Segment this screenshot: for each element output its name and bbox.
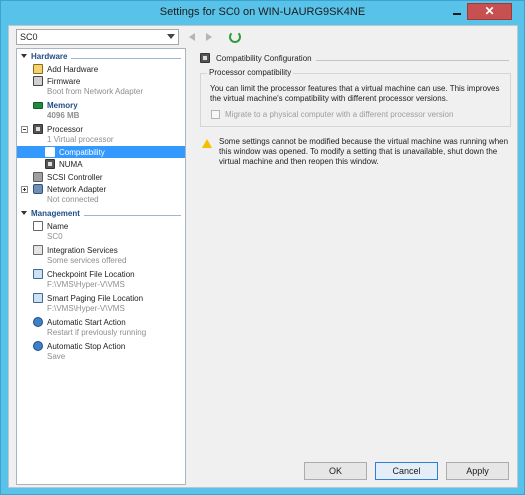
checkpoint-folder-icon <box>33 269 43 279</box>
forward-arrow-icon[interactable] <box>203 30 215 44</box>
processor-compatibility-group: Processor compatibility You can limit th… <box>200 68 511 127</box>
firmware-subtext: Boot from Network Adapter <box>47 87 144 96</box>
compatibility-icon <box>45 147 55 157</box>
group-label: Processor compatibility <box>207 68 294 77</box>
tree-item-scsi-controller[interactable]: SCSI Controller <box>33 171 103 183</box>
network-adapter-icon <box>33 184 43 194</box>
expand-network-toggle[interactable] <box>21 186 28 193</box>
memory-subtext: 4096 MB <box>47 111 80 120</box>
chevron-down-icon <box>167 34 175 39</box>
automatic-stop-icon <box>33 341 43 351</box>
hardware-section-header[interactable]: Hardware <box>17 50 185 62</box>
tree-item-label: Name <box>47 221 69 231</box>
tree-item-add-hardware[interactable]: Add Hardware <box>33 63 98 75</box>
refresh-icon[interactable] <box>228 30 241 44</box>
tree-item-label: Firmware <box>47 76 81 86</box>
paging-subtext: F:\VMS\Hyper-V\VMS <box>47 304 125 313</box>
apply-button[interactable]: Apply <box>446 462 509 480</box>
checkpoint-subtext: F:\VMS\Hyper-V\VMS <box>47 280 125 289</box>
name-subtext: SC0 <box>47 232 63 241</box>
autostart-subtext: Restart if previously running <box>47 328 147 337</box>
tree-item-label: Checkpoint File Location <box>47 269 135 279</box>
tree-item-firmware[interactable]: Firmware <box>33 75 80 87</box>
ok-button[interactable]: OK <box>304 462 367 480</box>
tree-item-label: Memory <box>47 100 78 110</box>
hardware-header-label: Hardware <box>31 51 72 61</box>
compatibility-panel: Compatibility Configuration Processor co… <box>194 48 512 460</box>
integration-subtext: Some services offered <box>47 256 127 265</box>
smart-paging-folder-icon <box>33 293 43 303</box>
migrate-checkbox[interactable] <box>211 110 220 119</box>
tree-item-automatic-stop[interactable]: Automatic Stop Action <box>33 340 125 352</box>
tree-item-label: Automatic Start Action <box>47 317 126 327</box>
tree-item-name[interactable]: Name <box>33 220 68 232</box>
tree-item-memory[interactable]: Memory <box>33 99 78 111</box>
management-section-header[interactable]: Management <box>17 207 185 219</box>
migrate-checkbox-label: Migrate to a physical computer with a di… <box>225 110 454 119</box>
cancel-button[interactable]: Cancel <box>375 462 438 480</box>
tree-item-network-adapter[interactable]: Network Adapter <box>33 183 106 195</box>
tree-item-numa[interactable]: NUMA <box>45 158 83 170</box>
minimize-button[interactable] <box>445 3 468 20</box>
group-description: You can limit the processor features tha… <box>210 84 500 103</box>
tree-item-compatibility[interactable]: Compatibility <box>17 146 185 158</box>
tree-item-label: Processor <box>47 124 84 134</box>
add-hardware-icon <box>33 64 43 74</box>
close-icon: ✕ <box>484 4 495 18</box>
tree-item-checkpoint-location[interactable]: Checkpoint File Location <box>33 268 135 280</box>
tree-item-label: SCSI Controller <box>47 172 103 182</box>
firmware-icon <box>33 76 43 86</box>
title-bar[interactable]: Settings for SC0 on WIN-UAURG9SK4NE ✕ <box>1 1 524 25</box>
network-subtext: Not connected <box>47 195 99 204</box>
warning-message: Some settings cannot be modified because… <box>202 137 512 167</box>
close-button[interactable]: ✕ <box>467 3 512 20</box>
memory-icon <box>33 101 43 109</box>
compatibility-panel-icon <box>200 53 210 63</box>
migrate-checkbox-row[interactable]: Migrate to a physical computer with a di… <box>211 110 453 119</box>
numa-icon <box>45 159 55 169</box>
panel-heading: Compatibility Configuration <box>216 53 316 63</box>
integration-services-icon <box>33 245 43 255</box>
settings-tree: Hardware Add Hardware Firmware Boot from… <box>16 48 186 485</box>
collapse-processor-toggle[interactable] <box>21 126 28 133</box>
processor-subtext: 1 Virtual processor <box>47 135 114 144</box>
tree-item-label: Automatic Stop Action <box>47 341 126 351</box>
collapse-arrow-icon[interactable] <box>17 207 31 219</box>
collapse-arrow-icon[interactable] <box>17 50 31 62</box>
processor-icon <box>33 124 43 134</box>
name-icon <box>33 221 43 231</box>
vm-selector-value: SC0 <box>20 32 38 42</box>
tree-item-processor[interactable]: Processor <box>33 123 83 135</box>
tree-item-automatic-start[interactable]: Automatic Start Action <box>33 316 126 328</box>
management-header-label: Management <box>31 208 84 218</box>
warning-text: Some settings cannot be modified because… <box>219 137 509 166</box>
warning-icon <box>202 139 212 148</box>
tree-item-label: Compatibility <box>59 147 105 157</box>
tree-item-smart-paging[interactable]: Smart Paging File Location <box>33 292 143 304</box>
tree-item-label: NUMA <box>59 159 83 169</box>
settings-window: Settings for SC0 on WIN-UAURG9SK4NE ✕ SC… <box>0 0 525 495</box>
panel-header: Compatibility Configuration <box>194 52 512 64</box>
tree-item-integration-services[interactable]: Integration Services <box>33 244 118 256</box>
vm-selector-dropdown[interactable]: SC0 <box>16 29 179 45</box>
automatic-start-icon <box>33 317 43 327</box>
back-arrow-icon[interactable] <box>187 30 199 44</box>
tree-item-label: Integration Services <box>47 245 118 255</box>
tree-item-label: Add Hardware <box>47 64 99 74</box>
autostop-subtext: Save <box>47 352 66 361</box>
tree-item-label: Network Adapter <box>47 184 107 194</box>
tree-item-label: Smart Paging File Location <box>47 293 144 303</box>
client-area: SC0 Hardware Add Hardware Firmware Boot … <box>8 25 518 488</box>
scsi-icon <box>33 172 43 182</box>
